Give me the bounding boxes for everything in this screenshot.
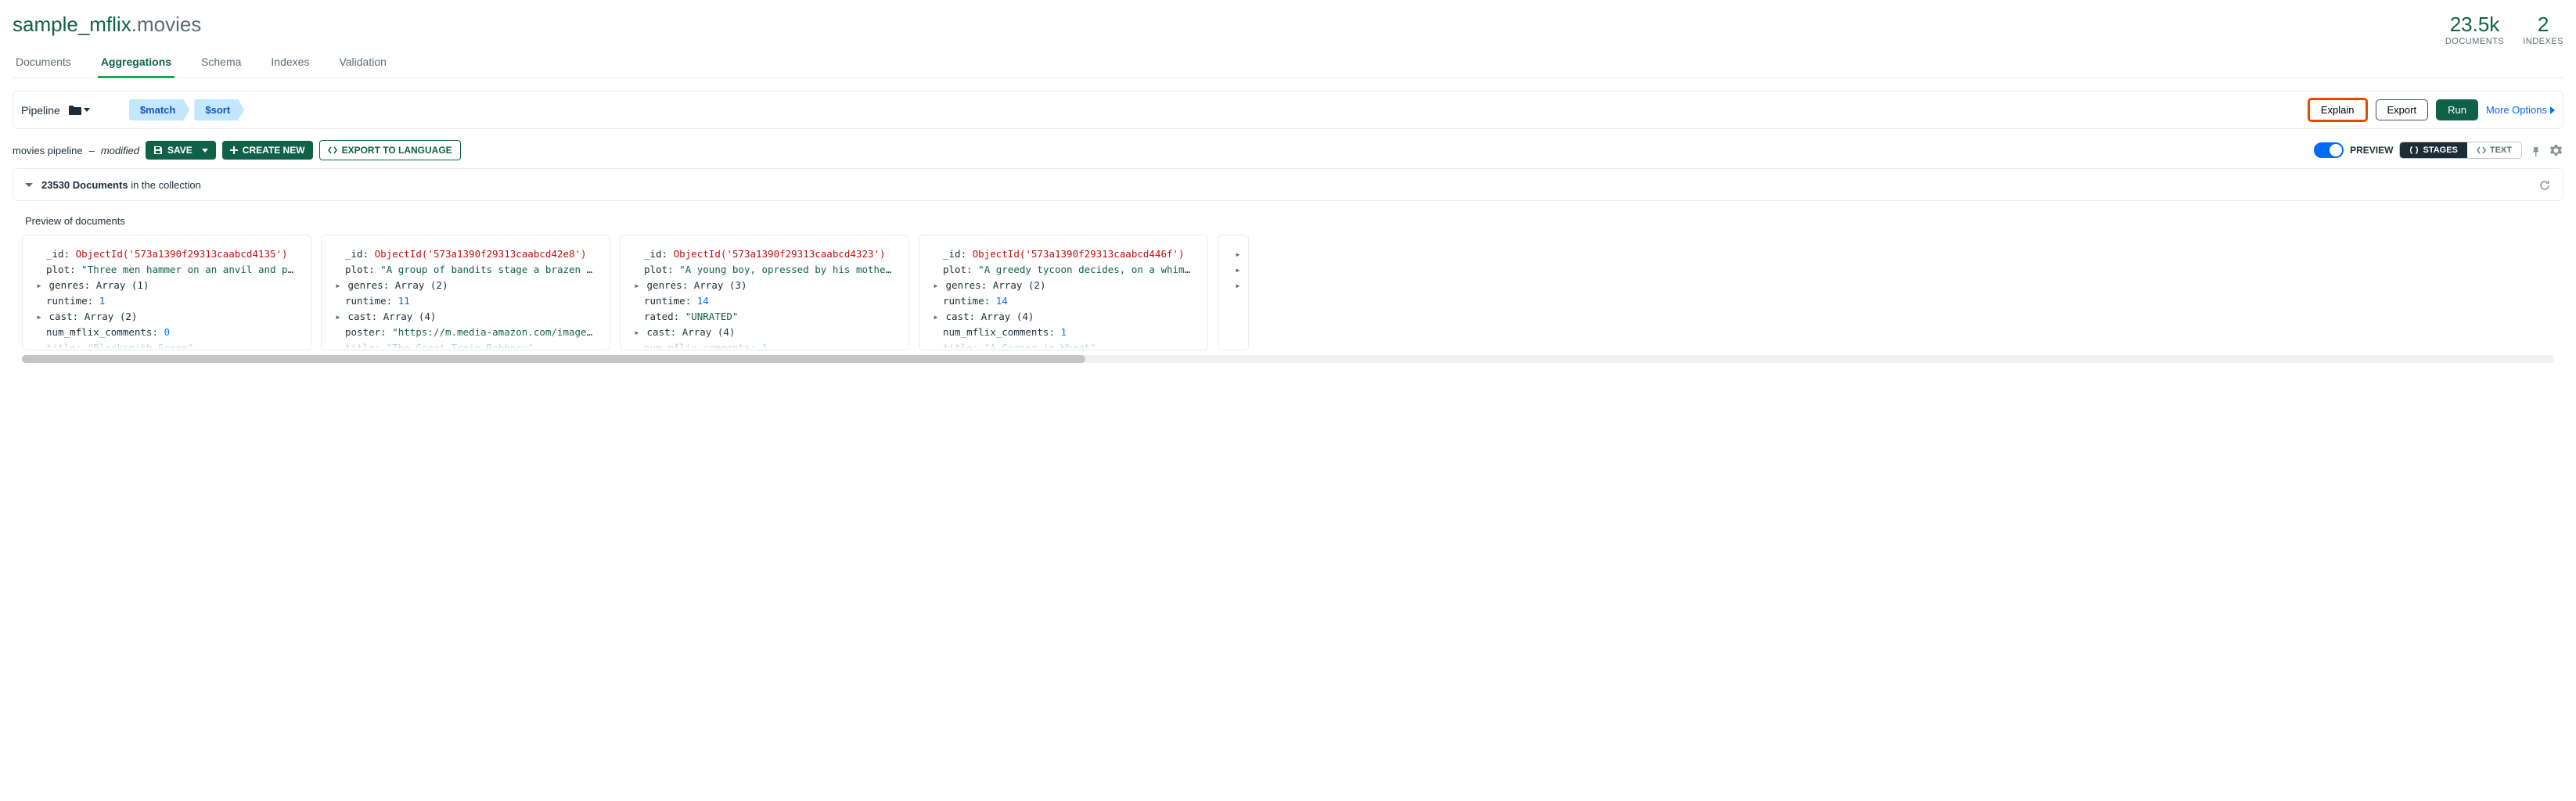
document-card: _id: ObjectId('573a1390f29313caabcd42e8'… <box>321 235 610 350</box>
document-card: ▸ ▸ ▸ <box>1218 235 1249 350</box>
segment-text[interactable]: TEXT <box>2467 142 2521 158</box>
braces-icon <box>2409 146 2419 154</box>
tab-indexes[interactable]: Indexes <box>268 56 312 77</box>
breadcrumb: sample_mflix.movies <box>13 13 201 37</box>
expand-icon[interactable]: ▸ <box>932 309 940 325</box>
stat-indexes-label: INDEXES <box>2523 37 2563 46</box>
expand-icon[interactable]: ▸ <box>334 278 342 293</box>
create-new-button[interactable]: CREATE NEW <box>222 141 313 160</box>
tab-schema[interactable]: Schema <box>198 56 244 77</box>
more-options-link[interactable]: More Options <box>2486 104 2555 116</box>
stage-chip-match[interactable]: $match <box>129 99 190 120</box>
export-to-language-button[interactable]: EXPORT TO LANGUAGE <box>319 140 461 160</box>
collection-count: 23530 Documents in the collection <box>41 179 201 191</box>
save-button[interactable]: SAVE <box>146 141 216 160</box>
expand-icon[interactable]: ▸ <box>1234 278 1242 293</box>
stat-indexes[interactable]: 2 INDEXES <box>2523 13 2563 46</box>
run-button[interactable]: Run <box>2436 99 2478 120</box>
document-card: _id: ObjectId('573a1390f29313caabcd446f'… <box>919 235 1208 350</box>
stage-chip-sort[interactable]: $sort <box>194 99 244 120</box>
expand-icon[interactable]: ▸ <box>633 325 641 340</box>
tab-aggregations[interactable]: Aggregations <box>98 56 174 78</box>
expand-icon[interactable]: ▸ <box>334 309 342 325</box>
expand-icon[interactable]: ▸ <box>633 278 641 293</box>
preview-title: Preview of documents <box>19 207 2557 235</box>
stat-documents[interactable]: 23.5k DOCUMENTS <box>2445 13 2504 46</box>
refresh-icon[interactable] <box>2538 177 2552 192</box>
stat-documents-value: 23.5k <box>2445 13 2504 37</box>
export-button[interactable]: Export <box>2376 99 2429 120</box>
plus-icon <box>230 146 238 154</box>
save-icon <box>153 145 163 155</box>
expand-icon[interactable]: ▸ <box>1234 262 1242 278</box>
pipeline-label: Pipeline <box>21 104 60 117</box>
document-scroll: _id: ObjectId('573a1390f29313caabcd4135'… <box>19 235 2557 350</box>
chevron-right-icon <box>2550 106 2555 114</box>
preview-label: PREVIEW <box>2350 145 2393 156</box>
caret-down-icon <box>84 108 90 112</box>
segment-stages[interactable]: STAGES <box>2400 142 2466 158</box>
expand-icon[interactable]: ▸ <box>35 278 43 293</box>
tab-validation[interactable]: Validation <box>336 56 389 77</box>
folder-icon[interactable] <box>68 105 90 116</box>
preview-toggle[interactable] <box>2314 142 2344 158</box>
chevron-down-icon[interactable] <box>24 179 34 191</box>
stat-indexes-value: 2 <box>2523 13 2563 37</box>
coll-name: .movies <box>131 13 202 36</box>
tab-documents[interactable]: Documents <box>13 56 74 77</box>
document-card: _id: ObjectId('573a1390f29313caabcd4323'… <box>620 235 909 350</box>
db-name: sample_mflix <box>13 13 131 36</box>
horizontal-scrollbar[interactable] <box>22 355 2554 363</box>
expand-icon[interactable]: ▸ <box>35 309 43 325</box>
code-icon <box>2477 146 2486 154</box>
stat-documents-label: DOCUMENTS <box>2445 37 2504 46</box>
pin-icon[interactable] <box>2528 142 2542 158</box>
explain-button[interactable]: Explain <box>2308 98 2368 122</box>
expand-icon[interactable]: ▸ <box>932 278 940 293</box>
gear-icon[interactable] <box>2549 142 2563 159</box>
expand-icon[interactable]: ▸ <box>1234 246 1242 262</box>
document-card: _id: ObjectId('573a1390f29313caabcd4135'… <box>22 235 311 350</box>
modified-label: modified <box>101 145 139 156</box>
code-icon <box>328 146 337 154</box>
pipeline-name: movies pipeline <box>13 145 83 156</box>
